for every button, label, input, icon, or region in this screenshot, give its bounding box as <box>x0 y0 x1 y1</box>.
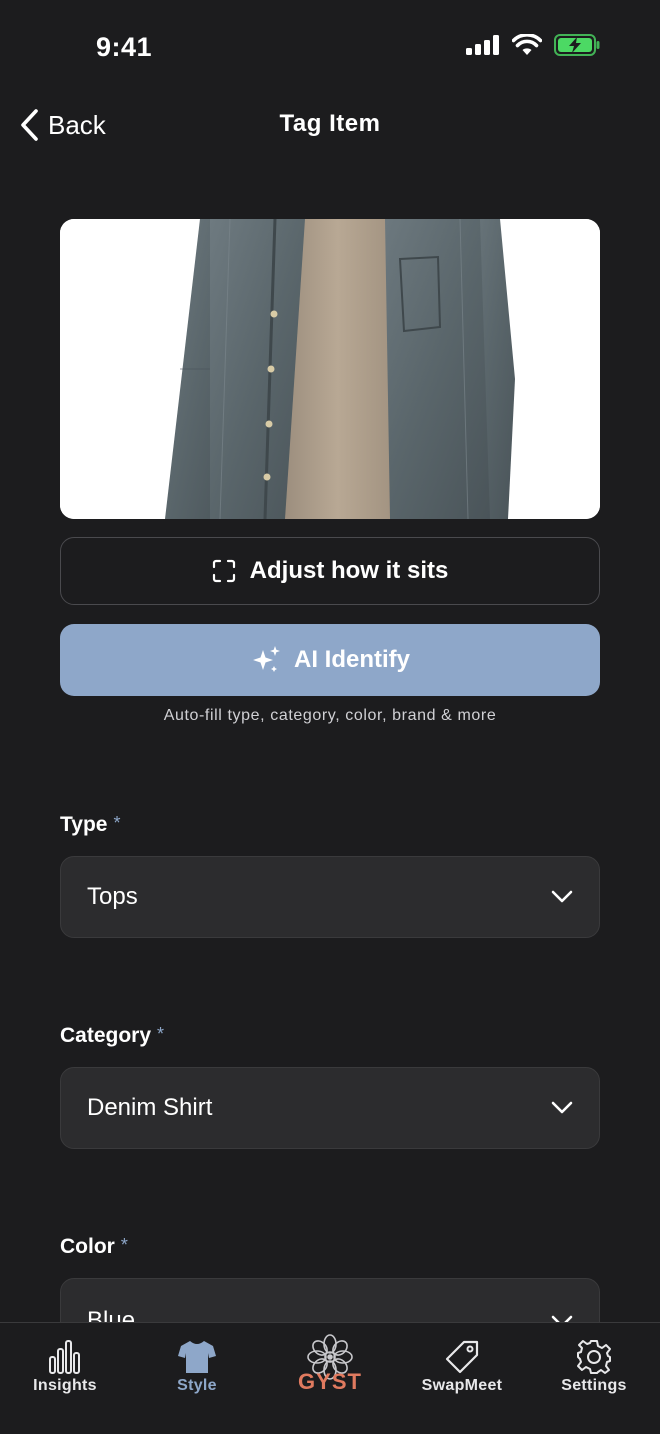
status-icons <box>466 34 600 56</box>
adjust-fit-button[interactable]: Adjust how it sits <box>60 537 600 605</box>
tab-style-label: Style <box>177 1377 217 1394</box>
ai-identify-label: AI Identify <box>293 646 410 673</box>
cellular-signal-icon <box>466 35 499 55</box>
color-label-text: Color <box>60 1235 115 1258</box>
ai-identify-hint: Auto-fill type, category, color, brand &… <box>163 707 497 724</box>
category-label: Category * <box>60 1024 164 1048</box>
type-label-text: Type <box>60 813 108 836</box>
ai-identify-button[interactable]: AI Identify <box>60 624 600 696</box>
tab-style[interactable]: Style <box>142 1339 252 1395</box>
bar-chart-icon <box>49 1340 80 1374</box>
status-time: 9:41 <box>96 32 153 62</box>
tshirt-icon <box>178 1341 216 1373</box>
required-marker: * <box>120 1235 128 1255</box>
page-title: Tag Item <box>279 110 381 137</box>
status-bar: 9:41 <box>0 0 660 96</box>
type-label: Type * <box>60 813 120 837</box>
tab-insights-label: Insights <box>33 1377 97 1394</box>
type-value: Tops <box>87 883 138 910</box>
tab-gyst[interactable]: GYST <box>275 1333 385 1395</box>
color-label: Color * <box>60 1235 128 1259</box>
sparkles-icon <box>252 646 280 672</box>
tab-insights[interactable]: Insights <box>10 1339 120 1395</box>
crop-frame-icon <box>212 559 235 583</box>
chevron-down-icon <box>551 1101 573 1114</box>
adjust-fit-label: Adjust how it sits <box>249 557 449 584</box>
denim-shirt-image <box>60 219 600 519</box>
tab-swapmeet-label: SwapMeet <box>421 1377 503 1394</box>
item-photo[interactable] <box>60 219 600 519</box>
tab-swapmeet[interactable]: SwapMeet <box>407 1339 517 1395</box>
category-value: Denim Shirt <box>87 1094 213 1121</box>
navigation-bar: Back Tag Item <box>0 96 660 156</box>
chevron-down-icon <box>551 890 573 903</box>
required-marker: * <box>113 813 121 833</box>
tab-settings[interactable]: Settings <box>539 1339 649 1395</box>
tab-bar: Insights Style GYST SwapMeet Settings <box>0 1322 660 1434</box>
battery-charging-icon <box>554 34 600 56</box>
wifi-icon <box>512 34 542 55</box>
required-marker: * <box>157 1024 165 1044</box>
tag-icon <box>445 1340 479 1374</box>
gear-icon <box>577 1340 611 1374</box>
category-select[interactable]: Denim Shirt <box>60 1067 600 1149</box>
type-select[interactable]: Tops <box>60 856 600 938</box>
category-label-text: Category <box>60 1024 152 1047</box>
tab-gyst-label: GYST <box>298 1369 362 1394</box>
tab-settings-label: Settings <box>561 1377 627 1394</box>
